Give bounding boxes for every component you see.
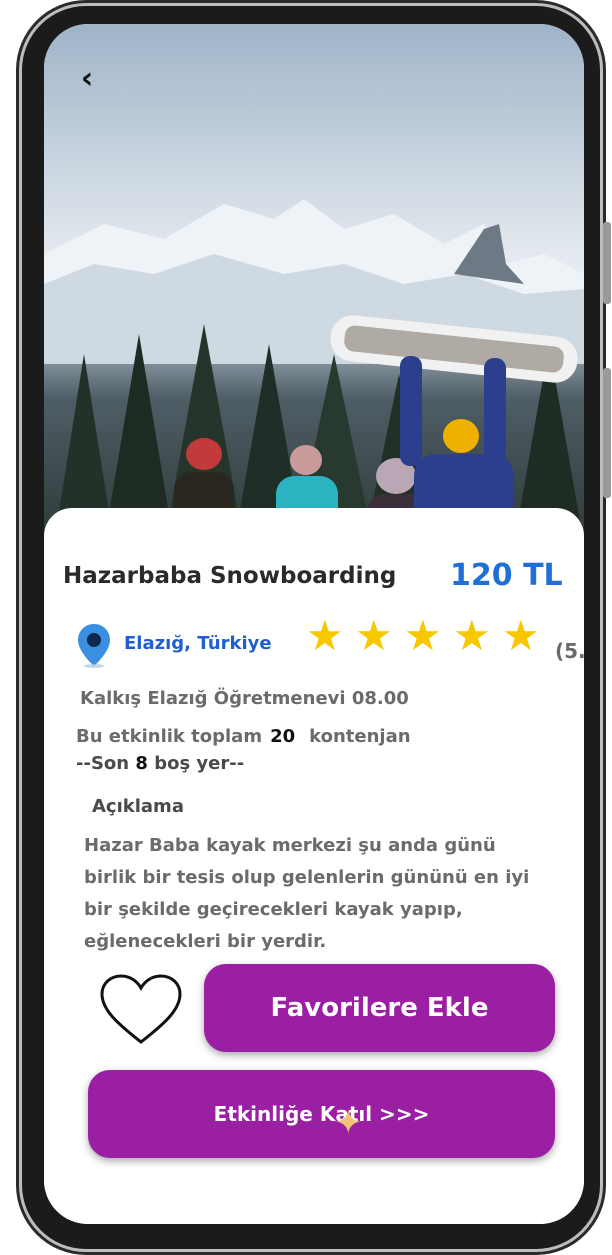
event-price: 120 TL — [450, 558, 563, 593]
description-text: Hazar Baba kayak merkezi şu anda günü bi… — [84, 830, 554, 958]
remaining-suffix: boş yer-- — [154, 753, 245, 774]
star-icon: ★ — [453, 611, 491, 660]
capacity-info: Bu etkinlik toplam 20 kontenjan — [76, 726, 411, 747]
back-chevron-icon[interactable]: ‹ — [72, 64, 102, 94]
star-icon: ★ — [404, 611, 442, 660]
event-title: Hazarbaba Snowboarding — [63, 563, 397, 589]
remaining-value: 8 — [135, 753, 148, 774]
description-line: eğlenecekleri bir yerdir. — [84, 931, 327, 952]
phone-side-button — [603, 222, 611, 304]
add-to-favorites-button[interactable]: Favorilere Ekle — [204, 964, 555, 1052]
departure-info: Kalkış Elazığ Öğretmenevi 08.00 — [80, 688, 409, 709]
location-pin-icon — [78, 624, 110, 668]
hero-image: ‹ — [44, 24, 584, 544]
description-line: Hazar Baba kayak merkezi şu anda günü — [84, 835, 496, 856]
sparkle-icon: ✦ — [334, 1103, 363, 1143]
remaining-prefix: --Son — [76, 753, 130, 774]
heart-outline-icon[interactable] — [98, 972, 184, 1048]
description-line: birlik bir tesis olup gelenlerin gününü … — [84, 867, 530, 888]
description-line: bir şekilde geçirecekleri kayak yapıp, — [84, 899, 463, 920]
remaining-spots: --Son 8 boş yer-- — [76, 753, 244, 774]
star-icon: ★ — [306, 611, 344, 660]
join-event-button[interactable]: Etkinliğe Katıl >>> — [88, 1070, 555, 1158]
capacity-suffix: kontenjan — [309, 726, 411, 747]
star-icon: ★ — [502, 611, 540, 660]
snow-mountain-scene — [44, 199, 584, 544]
star-icon: ★ — [355, 611, 393, 660]
event-location: Elazığ, Türkiye — [124, 633, 272, 654]
screen: ‹ Hazarbaba Snowboarding 120 TL Elazığ, … — [44, 24, 584, 1224]
rating-value: (5. — [555, 639, 584, 663]
rating-stars: ★ ★ ★ ★ ★ — [306, 611, 542, 660]
phone-side-button — [603, 368, 611, 498]
capacity-value: 20 — [270, 726, 296, 747]
description-heading: Açıklama — [92, 796, 184, 817]
capacity-prefix: Bu etkinlik toplam — [76, 726, 263, 747]
